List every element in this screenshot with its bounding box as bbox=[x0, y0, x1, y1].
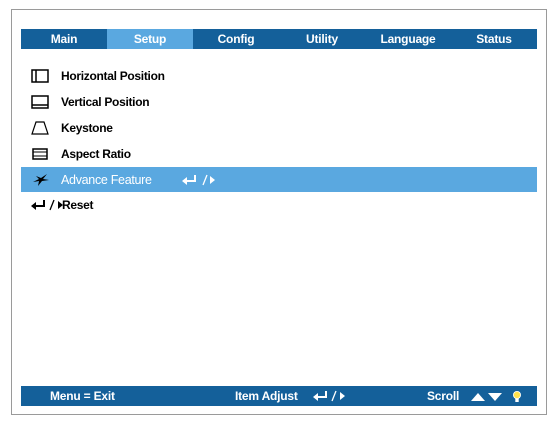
menu-item-horizontal-position[interactable]: Horizontal Position bbox=[31, 63, 537, 89]
tab-setup[interactable]: Setup bbox=[107, 29, 193, 49]
star-icon bbox=[31, 167, 61, 193]
status-bar: Menu = Exit Item Adjust Scroll bbox=[21, 386, 537, 406]
tab-utility[interactable]: Utility bbox=[279, 29, 365, 49]
enter-arrow-icon bbox=[182, 174, 216, 186]
scroll-hint: Scroll bbox=[427, 389, 460, 403]
tab-main[interactable]: Main bbox=[21, 29, 107, 49]
vertical-position-icon bbox=[31, 89, 61, 115]
menu-item-label: Horizontal Position bbox=[61, 69, 165, 83]
aspect-ratio-icon bbox=[31, 141, 61, 167]
menu-item-label: Reset bbox=[62, 198, 94, 212]
scroll-arrows-icon bbox=[471, 390, 527, 407]
menu-item-label: Aspect Ratio bbox=[61, 147, 131, 161]
menu-item-aspect-ratio[interactable]: Aspect Ratio bbox=[31, 141, 537, 167]
horizontal-position-icon bbox=[31, 63, 61, 89]
setup-menu: Horizontal Position Vertical Position Ke… bbox=[21, 63, 537, 218]
item-adjust-hint: Item Adjust bbox=[235, 389, 298, 403]
menu-item-label: Keystone bbox=[61, 121, 113, 135]
tab-language[interactable]: Language bbox=[365, 29, 451, 49]
menu-item-vertical-position[interactable]: Vertical Position bbox=[31, 89, 537, 115]
tab-config[interactable]: Config bbox=[193, 29, 279, 49]
menu-item-advance-feature[interactable]: Advance Feature bbox=[21, 167, 537, 192]
enter-arrow-icon bbox=[313, 390, 347, 405]
tab-bar: Main Setup Config Utility Language Statu… bbox=[21, 29, 537, 49]
menu-exit-hint: Menu = Exit bbox=[50, 389, 115, 403]
menu-item-label: Vertical Position bbox=[61, 95, 150, 109]
keystone-icon bbox=[31, 115, 61, 141]
tab-status[interactable]: Status bbox=[451, 29, 537, 49]
menu-item-keystone[interactable]: Keystone bbox=[31, 115, 537, 141]
menu-item-reset[interactable]: Reset bbox=[31, 192, 537, 218]
menu-item-label: Advance Feature bbox=[61, 172, 152, 187]
